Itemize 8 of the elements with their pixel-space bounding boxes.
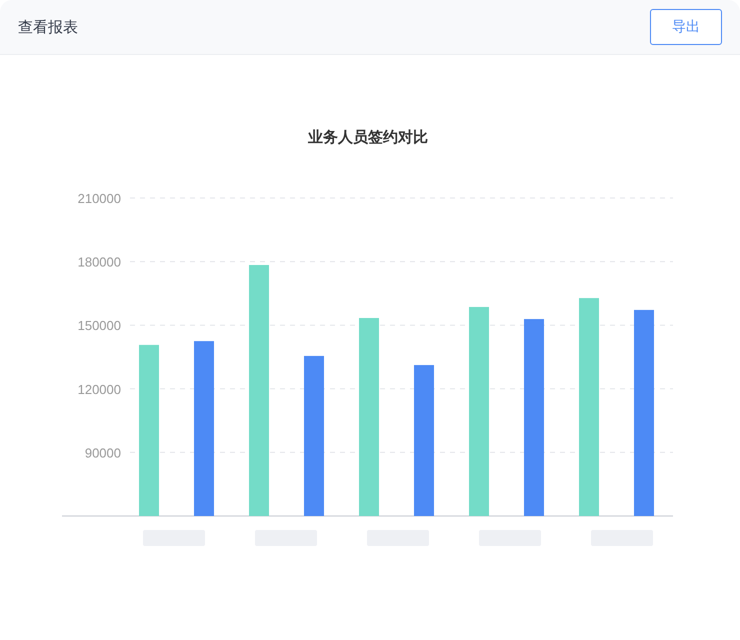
y-tick-label: 180000 bbox=[78, 254, 121, 270]
chart-title: 业务人员签约对比 bbox=[308, 129, 428, 146]
y-tick-label: 150000 bbox=[78, 318, 121, 334]
page-title: 查看报表 bbox=[18, 18, 78, 36]
y-tick-label: 90000 bbox=[84, 445, 121, 460]
y-tick-label: 210000 bbox=[78, 191, 121, 206]
y-tick-label: 120000 bbox=[78, 382, 121, 397]
export-button[interactable]: 导出 bbox=[650, 9, 722, 45]
